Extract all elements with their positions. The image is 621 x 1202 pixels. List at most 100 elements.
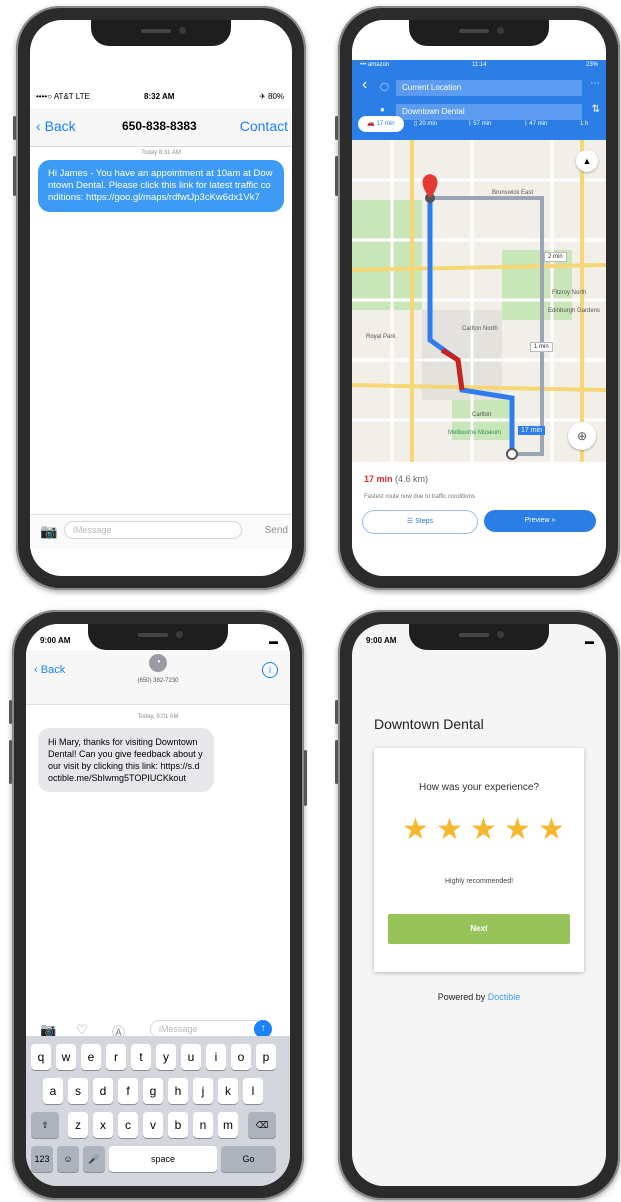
- message-timestamp: Today 8:31 AM: [141, 150, 181, 156]
- star-icon[interactable]: ★: [402, 812, 429, 847]
- contact-button[interactable]: Contact: [240, 118, 288, 134]
- go-key[interactable]: Go: [221, 1146, 276, 1172]
- powered-by: Powered by Doctible: [437, 992, 521, 1002]
- key-m[interactable]: m: [218, 1112, 238, 1138]
- star-icon[interactable]: ★: [504, 812, 531, 847]
- route-note: Fastest route now due to traffic conditi…: [364, 494, 475, 500]
- key-l[interactable]: l: [243, 1078, 263, 1104]
- key-w[interactable]: w: [56, 1044, 76, 1070]
- key-p[interactable]: p: [256, 1044, 276, 1070]
- info-icon[interactable]: i: [262, 662, 278, 678]
- message-bubble: Hi James - You have an appointment at 10…: [38, 160, 284, 212]
- map-label: Carlton North: [462, 326, 498, 332]
- status-time: 8:32 AM: [144, 92, 175, 101]
- key-n[interactable]: n: [193, 1112, 213, 1138]
- steps-button[interactable]: ☰ Steps: [362, 510, 478, 534]
- key-y[interactable]: y: [156, 1044, 176, 1070]
- next-button[interactable]: Next: [388, 914, 570, 944]
- key-j[interactable]: j: [193, 1078, 213, 1104]
- alt-route-badge[interactable]: 2 min: [544, 252, 567, 262]
- practice-name: Downtown Dental: [374, 716, 484, 732]
- eta-time: 17 min: [364, 474, 393, 484]
- numbers-key[interactable]: 123: [31, 1146, 53, 1172]
- key-d[interactable]: d: [93, 1078, 113, 1104]
- key-s[interactable]: s: [68, 1078, 88, 1104]
- travel-mode-tabs: 🚗 17 min ▯ 20 min ᚱ 57 min ᚱ 47 min 1 h: [358, 114, 606, 134]
- star-icon[interactable]: ★: [538, 812, 565, 847]
- star-icon[interactable]: ★: [470, 812, 497, 847]
- carrier-label: ••••○ AT&T LTE: [36, 92, 90, 101]
- status-time: 9:00 AM: [366, 636, 397, 645]
- key-f[interactable]: f: [118, 1078, 138, 1104]
- key-x[interactable]: x: [93, 1112, 113, 1138]
- key-v[interactable]: v: [143, 1112, 163, 1138]
- map-label: Royal Park: [366, 334, 396, 340]
- key-g[interactable]: g: [143, 1078, 163, 1104]
- key-z[interactable]: z: [68, 1112, 88, 1138]
- key-k[interactable]: k: [218, 1078, 238, 1104]
- message-text: Hi James - You have an appointment at 10…: [48, 168, 273, 203]
- sms-screen: ••••○ AT&T LTE 8:32 AM ✈ 80% ‹ Back 650-…: [30, 20, 292, 576]
- message-text: Hi Mary, thanks for visiting Downtown De…: [48, 737, 203, 783]
- key-h[interactable]: h: [168, 1078, 188, 1104]
- emoji-key[interactable]: ☺: [57, 1146, 79, 1172]
- message-timestamp: Today, 9:01 AM: [137, 714, 179, 720]
- list-icon: ☰: [406, 518, 414, 525]
- keyboard: q w e r t y u i o p a s d f g h j k l ⇧ z x c v b n m ⌫ 123 ☺ 🎤 space Go: [26, 1036, 290, 1186]
- mode-tab-transit[interactable]: ▯ 20 min: [414, 116, 437, 132]
- battery-label: 23%: [585, 62, 598, 68]
- dictation-key[interactable]: 🎤: [83, 1146, 105, 1172]
- contact-number: (650) 382-7230: [137, 678, 179, 684]
- map-label: Carlton: [472, 412, 492, 418]
- chevron-left-icon: ‹: [34, 664, 38, 676]
- map-label: Melbourne Museum: [448, 430, 502, 436]
- my-location-icon[interactable]: ⊕: [568, 422, 596, 450]
- send-button[interactable]: Send: [265, 525, 288, 536]
- key-i[interactable]: i: [206, 1044, 226, 1070]
- walk-icon: ᚱ: [468, 121, 472, 127]
- mode-tab-bike[interactable]: ᚱ 47 min: [524, 116, 547, 132]
- message-input[interactable]: iMessage: [64, 521, 242, 539]
- conversation-header: ‹ Back 650-838-8383 Contact: [30, 108, 292, 147]
- conversation-header: ‹ Back ◔ (650) 382-7230 i: [26, 650, 290, 705]
- phone-feedback-sms: 9:00 AM ▬ ‹ Back ◔ (650) 382-7230 i Toda…: [9, 610, 307, 1200]
- shift-key[interactable]: ⇧: [31, 1112, 59, 1138]
- backspace-key[interactable]: ⌫: [248, 1112, 276, 1138]
- mode-tab-other[interactable]: 1 h: [580, 116, 588, 132]
- route-map[interactable]: Brunswick East Fitzroy North Edinburgh G…: [352, 140, 606, 462]
- contact-avatar-icon[interactable]: ◔: [149, 654, 167, 672]
- mode-tab-walk[interactable]: ᚱ 57 min: [468, 116, 491, 132]
- space-key[interactable]: space: [109, 1146, 217, 1172]
- phone-maps-directions: ••• amazon 11:14 23% ‹ ◯ Current Locatio…: [335, 6, 620, 590]
- key-b[interactable]: b: [168, 1112, 188, 1138]
- back-button[interactable]: ‹ Back: [36, 118, 76, 134]
- battery-icon: ▬: [585, 636, 594, 646]
- battery-label: ✈ 80%: [259, 92, 284, 101]
- key-r[interactable]: r: [106, 1044, 126, 1070]
- status-time: 11:14: [472, 62, 487, 68]
- star-icon[interactable]: ★: [436, 812, 463, 847]
- chevron-left-icon: ‹: [36, 118, 41, 134]
- mode-tab-drive[interactable]: 🚗 17 min: [358, 116, 404, 132]
- compass-icon[interactable]: ▲: [576, 150, 598, 172]
- chevron-right-icon: »: [551, 517, 556, 524]
- key-q[interactable]: q: [31, 1044, 51, 1070]
- alt-route-badge[interactable]: 1 min: [530, 342, 553, 352]
- destination-pin-icon: ●: [380, 105, 385, 114]
- key-t[interactable]: t: [131, 1044, 151, 1070]
- back-button[interactable]: ‹ Back: [34, 664, 65, 676]
- bike-icon: ᚱ: [524, 121, 528, 127]
- key-o[interactable]: o: [231, 1044, 251, 1070]
- car-icon: 🚗: [367, 121, 375, 127]
- key-e[interactable]: e: [81, 1044, 101, 1070]
- key-a[interactable]: a: [43, 1078, 63, 1104]
- doctible-link[interactable]: Doctible: [488, 992, 521, 1002]
- camera-icon[interactable]: 📷: [40, 523, 57, 540]
- route-time-badge[interactable]: 17 min: [518, 426, 546, 435]
- status-time: 9:00 AM: [40, 636, 71, 645]
- carrier-label: ••• amazon: [360, 62, 390, 68]
- key-c[interactable]: c: [118, 1112, 138, 1138]
- key-u[interactable]: u: [181, 1044, 201, 1070]
- preview-button[interactable]: Preview »: [484, 510, 596, 532]
- map-label: Edinburgh Gardens: [548, 308, 601, 314]
